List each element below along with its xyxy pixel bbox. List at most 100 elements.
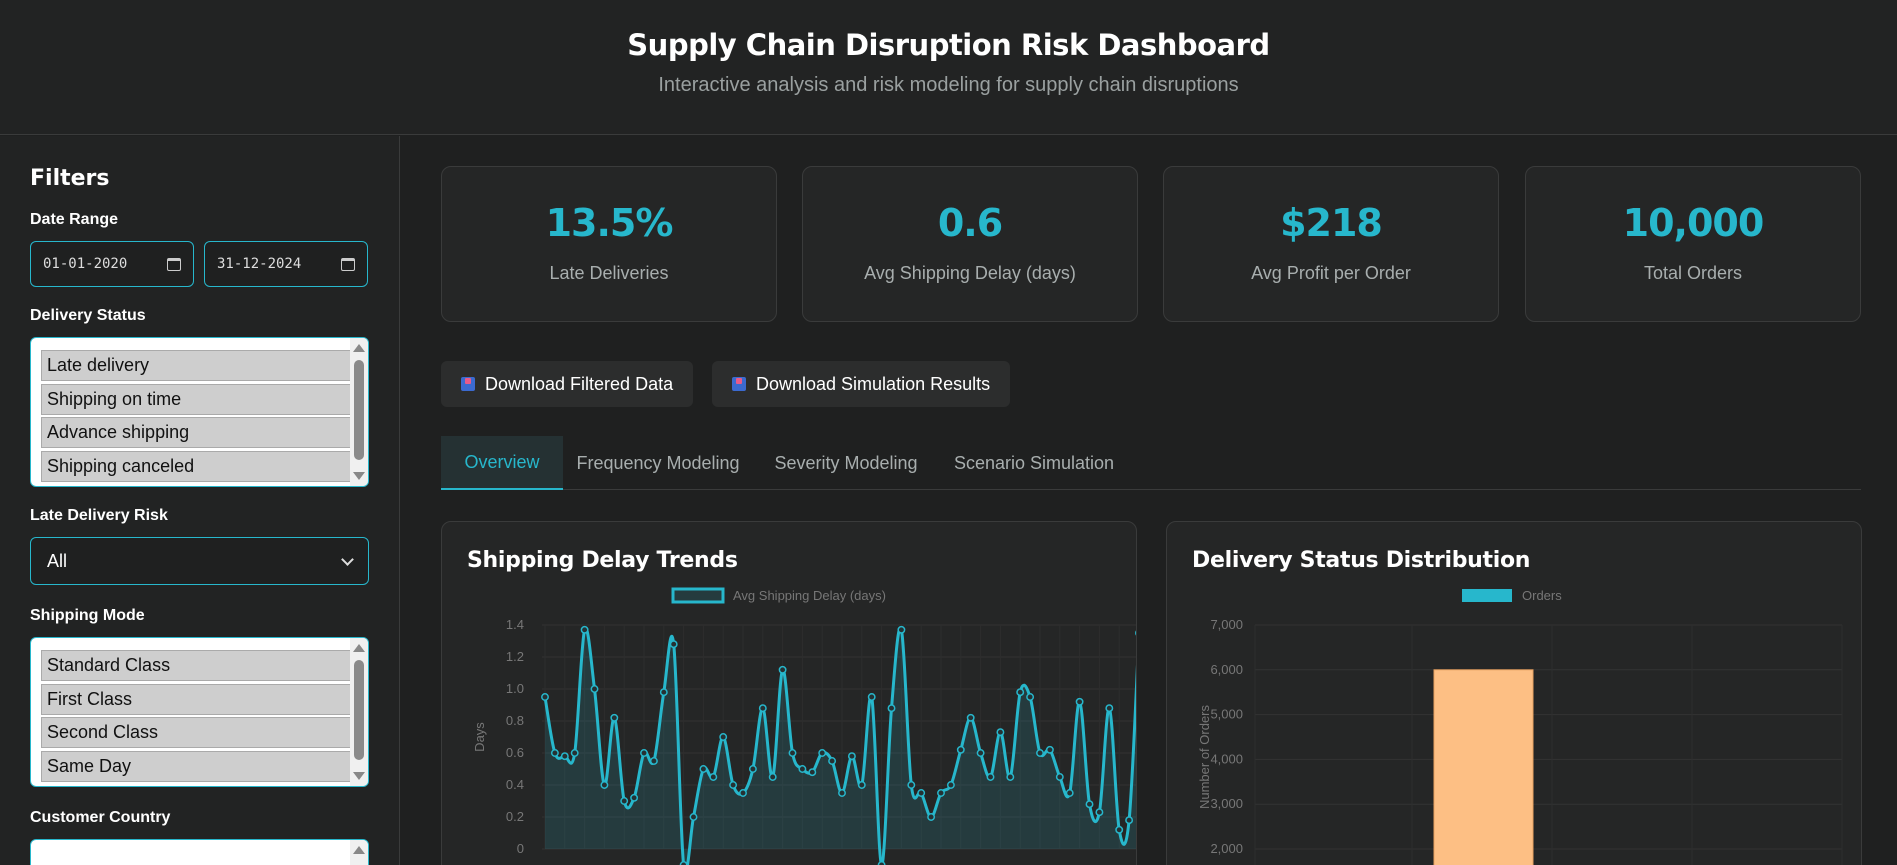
kpi-card-total-orders: 10,000 Total Orders (1525, 166, 1861, 322)
data-point (996, 728, 1005, 737)
y-tick-label: 6,000 (1210, 662, 1243, 677)
scroll-up-icon[interactable] (353, 344, 365, 352)
data-point (699, 765, 708, 773)
legend-swatch (1462, 589, 1512, 602)
data-point (1045, 745, 1054, 754)
kpi-card-avg-profit: $218 Avg Profit per Order (1163, 166, 1499, 322)
data-point (966, 713, 975, 722)
shipping-mode-option[interactable]: First Class (41, 683, 368, 715)
y-tick-label: 5,000 (1210, 707, 1243, 722)
scrollbar[interactable] (350, 638, 368, 786)
kpi-value: 0.6 (937, 201, 1003, 245)
chart-legend: Orders (1462, 588, 1562, 603)
calendar-icon[interactable] (167, 257, 181, 271)
data-point (847, 752, 856, 761)
y-tick-label: 7,000 (1210, 617, 1243, 632)
data-point (857, 781, 866, 789)
data-point (828, 757, 837, 765)
shipping-mode-option[interactable]: Standard Class (41, 650, 368, 681)
y-tick-label: 0.4 (506, 777, 524, 792)
y-tick-label: 1.2 (506, 649, 524, 664)
calendar-icon[interactable] (341, 257, 355, 271)
data-point (1125, 816, 1134, 825)
data-point (798, 765, 807, 773)
page-title: Supply Chain Disruption Risk Dashboard (627, 28, 1270, 62)
delivery-status-multiselect[interactable]: Late delivery Shipping on time Advance s… (30, 337, 369, 487)
data-point (1016, 688, 1025, 697)
inbox-tray-icon (461, 377, 475, 391)
data-point (907, 781, 916, 789)
bar (1433, 669, 1534, 865)
tab-frequency-modeling[interactable]: Frequency Modeling (563, 436, 753, 490)
data-point (669, 640, 678, 649)
data-point (541, 693, 549, 701)
y-tick-label: 0.2 (506, 809, 524, 824)
data-point (758, 704, 767, 713)
scroll-up-icon[interactable] (353, 644, 365, 652)
scroll-down-icon[interactable] (353, 772, 365, 780)
data-point (739, 789, 747, 797)
shipping-mode-option[interactable]: Same Day (41, 750, 368, 782)
delivery-status-option[interactable]: Late delivery (41, 350, 368, 381)
data-point (590, 685, 599, 693)
start-date-input[interactable]: 01-01-2020 (30, 241, 194, 287)
chevron-down-icon (341, 552, 354, 566)
y-tick-label: 2,000 (1210, 841, 1243, 856)
date-range-label: Date Range (30, 211, 119, 228)
shipping-mode-option[interactable]: Second Class (41, 717, 368, 748)
late-delivery-risk-select[interactable]: All (30, 537, 369, 585)
scrollbar[interactable] (350, 338, 368, 486)
y-axis-label: Number of Orders (1197, 704, 1212, 809)
kpi-label: Late Deliveries (549, 263, 669, 283)
data-point (937, 789, 945, 797)
legend-swatch (671, 587, 725, 604)
scrollbar-thumb[interactable] (354, 360, 364, 460)
data-point (620, 797, 629, 805)
kpi-label: Avg Profit per Order (1251, 263, 1411, 283)
data-point (1075, 697, 1084, 706)
data-point (808, 768, 817, 777)
y-tick-label: 4,000 (1210, 751, 1243, 766)
data-point (719, 733, 728, 741)
start-date-value: 01-01-2020 (43, 256, 128, 272)
delivery-status-panel: Delivery Status Distribution 7,000 6,000 5… (1166, 521, 1862, 865)
tab-severity-modeling[interactable]: Severity Modeling (753, 436, 939, 490)
delivery-status-option[interactable]: Advance shipping (41, 417, 368, 448)
download-filtered-data-button[interactable]: Download Filtered Data (441, 361, 694, 407)
data-point (867, 693, 876, 701)
chart-legend: Avg Shipping Delay (days) (671, 587, 886, 604)
download-simulation-results-button[interactable]: Download Simulation Results (712, 361, 1011, 407)
data-point (1055, 773, 1064, 781)
data-point (976, 749, 985, 757)
y-tick-label: 3,000 (1210, 796, 1243, 811)
scrollbar[interactable] (350, 840, 368, 865)
end-date-input[interactable]: 31-12-2024 (204, 241, 368, 287)
data-point (600, 781, 609, 789)
data-point (640, 749, 648, 757)
data-point (946, 781, 955, 789)
data-point (649, 757, 658, 765)
customer-country-multiselect[interactable] (30, 839, 369, 865)
data-point (1135, 630, 1136, 636)
data-point (1115, 825, 1124, 834)
data-point (1036, 749, 1044, 757)
date-range: 01-01-2020 31-12-2024 (30, 241, 369, 287)
kpi-card-avg-shipping-delay: 0.6 Avg Shipping Delay (days) (802, 166, 1138, 322)
delivery-status-option[interactable]: Shipping canceled (41, 450, 368, 482)
shipping-mode-multiselect[interactable]: Standard Class First Class Second Class … (30, 637, 369, 787)
data-point (1026, 693, 1035, 701)
scroll-up-icon[interactable] (353, 846, 365, 854)
scroll-down-icon[interactable] (353, 472, 365, 480)
y-axis-label: Days (472, 722, 487, 752)
y-tick-label: 0.8 (506, 713, 524, 728)
tab-scenario-simulation[interactable]: Scenario Simulation (939, 436, 1129, 490)
data-point (689, 813, 698, 821)
tab-overview[interactable]: Overview (441, 436, 563, 490)
data-point (897, 625, 906, 634)
main-content: 13.5% Late Deliveries 0.6 Avg Shipping D… (401, 136, 1897, 865)
tab-bar: Overview Frequency Modeling Severity Mod… (441, 436, 1861, 490)
grid-lines (1254, 624, 1843, 865)
scrollbar-thumb[interactable] (354, 660, 364, 760)
y-tick-label: 0 (517, 841, 524, 856)
delivery-status-option[interactable]: Shipping on time (41, 383, 368, 415)
